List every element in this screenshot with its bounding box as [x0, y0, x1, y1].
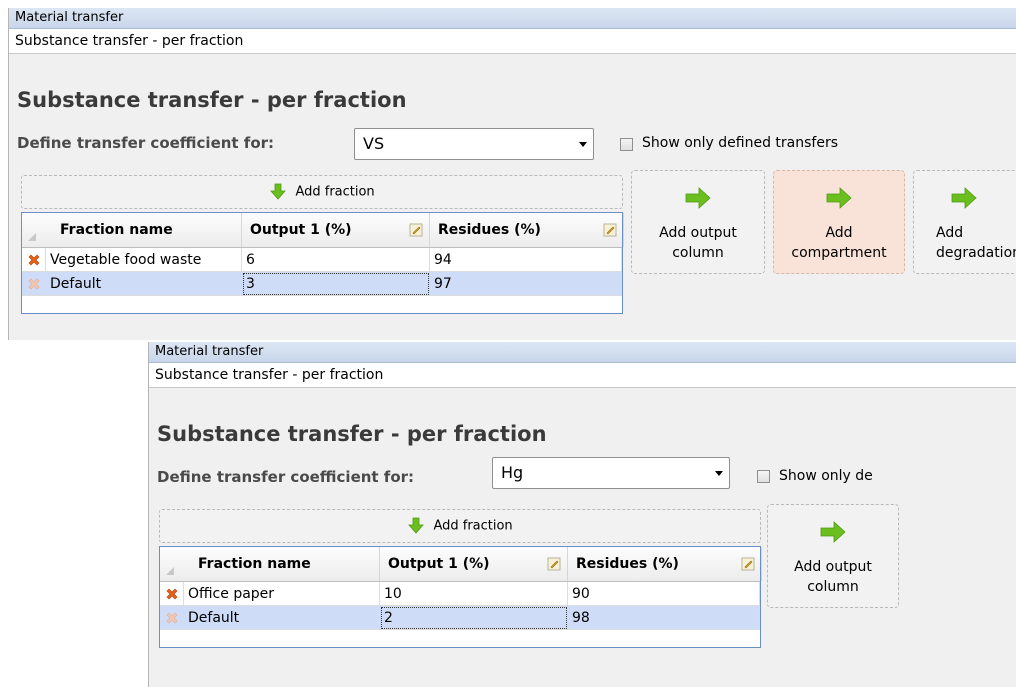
- add-output-column-button[interactable]: Add output column: [767, 504, 899, 608]
- page-title: Substance transfer - per fraction: [17, 88, 407, 112]
- window-title: Material transfer: [149, 342, 1016, 363]
- delete-row-icon: [28, 278, 40, 290]
- cell-residues[interactable]: 98: [568, 606, 760, 630]
- add-output-column-label: Add output column: [659, 225, 737, 261]
- add-degradation-label: Add degradation: [936, 225, 1016, 261]
- show-only-checkbox[interactable]: [620, 138, 633, 151]
- green-right-arrow-icon: [951, 187, 977, 209]
- subtitle-bar: Substance transfer - per fraction: [149, 363, 1016, 388]
- column-header-residues-label: Residues (%): [438, 222, 541, 238]
- cell-output1[interactable]: 2: [380, 606, 568, 630]
- cell-output1[interactable]: 3: [242, 272, 430, 296]
- add-fraction-label: Add fraction: [295, 184, 375, 200]
- column-header-residues[interactable]: Residues (%): [568, 547, 762, 581]
- add-fraction-arrow-icon: [270, 183, 287, 200]
- dropdown-chevron-icon: [715, 471, 723, 476]
- cell-fraction-name[interactable]: Vegetable food waste: [46, 248, 242, 272]
- grid-header: Fraction name Output 1 (%) Residues (%): [22, 213, 624, 248]
- table-row[interactable]: Office paper 10 90: [160, 582, 760, 606]
- column-header-output1-label: Output 1 (%): [388, 556, 490, 572]
- define-label: Define transfer coefficient for:: [17, 134, 275, 152]
- column-header-output1-label: Output 1 (%): [250, 222, 352, 238]
- add-compartment-label: Add compartment: [791, 225, 887, 261]
- dropdown-chevron-icon: [579, 142, 587, 147]
- add-fraction-button[interactable]: Add fraction: [21, 175, 623, 209]
- cell-residues[interactable]: 90: [568, 582, 760, 606]
- column-header-fraction-name[interactable]: Fraction name: [46, 213, 242, 247]
- show-only-label: Show only de: [779, 468, 873, 484]
- add-fraction-label: Add fraction: [433, 518, 513, 534]
- add-output-column-label: Add output column: [794, 559, 872, 595]
- edit-pencil-icon[interactable]: [741, 557, 755, 571]
- window-title: Material transfer: [9, 8, 1016, 29]
- add-degradation-button[interactable]: Add degradation: [913, 170, 1016, 274]
- define-label: Define transfer coefficient for:: [157, 468, 415, 486]
- subtitle-bar: Substance transfer - per fraction: [9, 29, 1016, 54]
- cell-output1[interactable]: 6: [242, 248, 430, 272]
- add-fraction-arrow-icon: [408, 517, 425, 534]
- cell-fraction-name[interactable]: Default: [184, 606, 380, 630]
- row-delete-cell[interactable]: [22, 272, 46, 296]
- row-delete-cell[interactable]: [160, 606, 184, 630]
- substance-value: Hg: [501, 463, 524, 482]
- cell-fraction-name[interactable]: Default: [46, 272, 242, 296]
- add-output-column-button[interactable]: Add output column: [631, 170, 765, 274]
- green-right-arrow-icon: [826, 187, 852, 209]
- substance-dropdown[interactable]: VS: [354, 128, 594, 160]
- row-delete-cell[interactable]: [22, 248, 46, 272]
- column-header-residues[interactable]: Residues (%): [430, 213, 624, 247]
- delete-row-icon[interactable]: [26, 252, 42, 268]
- column-header-output1[interactable]: Output 1 (%): [380, 547, 568, 581]
- table-row[interactable]: Vegetable food waste 6 94: [22, 248, 622, 272]
- substance-dropdown[interactable]: Hg: [492, 457, 730, 489]
- edit-pencil-icon[interactable]: [547, 557, 561, 571]
- grid-header: Fraction name Output 1 (%) Residues (%): [160, 547, 762, 582]
- substance-value: VS: [363, 134, 385, 153]
- table-row[interactable]: Default 3 97: [22, 272, 622, 296]
- delete-row-icon[interactable]: [164, 586, 180, 602]
- row-delete-cell[interactable]: [160, 582, 184, 606]
- column-header-residues-label: Residues (%): [576, 556, 679, 572]
- column-header-output1[interactable]: Output 1 (%): [242, 213, 430, 247]
- page-title: Substance transfer - per fraction: [157, 422, 547, 446]
- table-row[interactable]: Default 2 98: [160, 606, 760, 630]
- panel-hg: Material transfer Substance transfer - p…: [148, 342, 1016, 687]
- green-right-arrow-icon: [685, 187, 711, 209]
- cell-residues[interactable]: 97: [430, 272, 622, 296]
- edit-pencil-icon[interactable]: [409, 223, 423, 237]
- column-header-fraction-name[interactable]: Fraction name: [184, 547, 380, 581]
- cell-residues[interactable]: 94: [430, 248, 622, 272]
- delete-row-icon: [166, 612, 178, 624]
- edit-pencil-icon[interactable]: [603, 223, 617, 237]
- add-compartment-button[interactable]: Add compartment: [773, 170, 905, 274]
- cell-fraction-name[interactable]: Office paper: [184, 582, 380, 606]
- cell-output1[interactable]: 10: [380, 582, 568, 606]
- select-all-corner[interactable]: [166, 567, 174, 575]
- add-fraction-button[interactable]: Add fraction: [159, 509, 761, 543]
- select-all-corner[interactable]: [28, 233, 36, 241]
- fraction-grid: Fraction name Output 1 (%) Residues (%) …: [159, 546, 762, 648]
- show-only-label: Show only defined transfers: [642, 135, 839, 151]
- fraction-grid: Fraction name Output 1 (%) Residues (%) …: [21, 212, 624, 314]
- panel-vs: Material transfer Substance transfer - p…: [8, 8, 1016, 340]
- green-right-arrow-icon: [820, 521, 846, 543]
- show-only-checkbox[interactable]: [757, 470, 770, 483]
